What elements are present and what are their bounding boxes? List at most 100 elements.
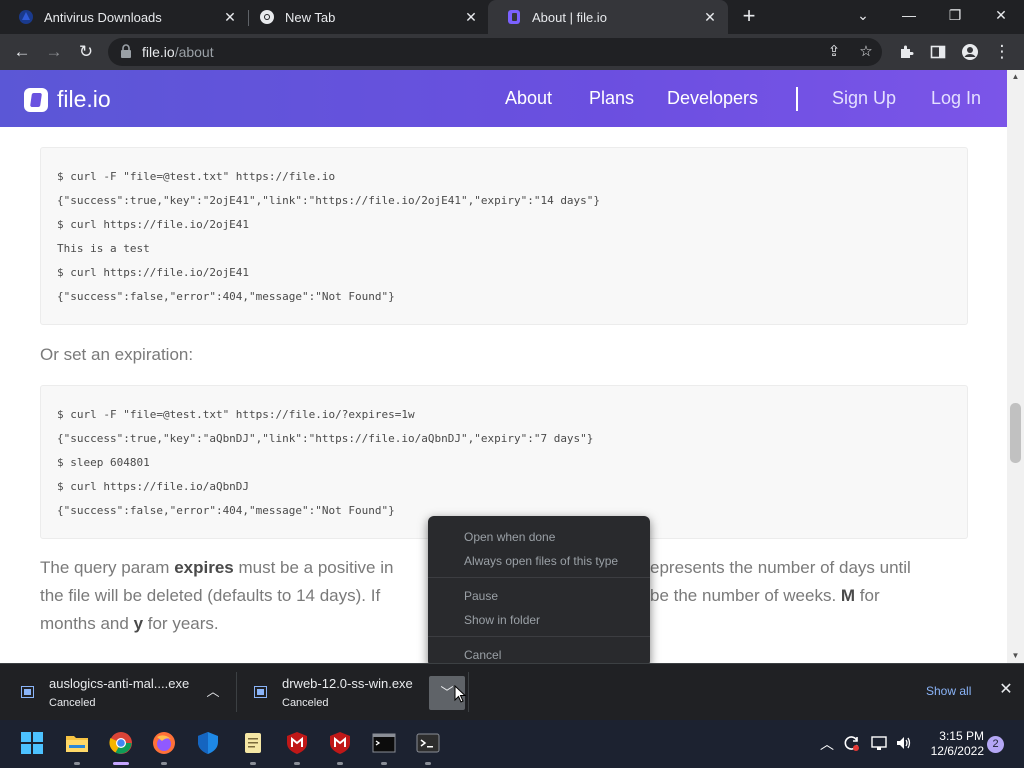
download-item-auslogics[interactable]: auslogics-anti-mal....exe Canceled ︿ [0,664,236,720]
code-line: This is a test [57,242,150,255]
running-indicator [337,762,343,765]
notification-badge[interactable]: 2 [987,736,1004,753]
menu-item-pause[interactable]: Pause [464,589,498,603]
address-bar[interactable]: file.io/about ⇪ ☆ [108,38,882,66]
defender-shield-icon[interactable] [196,731,220,755]
menu-separator [428,577,650,578]
sync-alert-icon[interactable] [843,734,861,755]
reload-icon[interactable]: ↻ [74,40,98,64]
code-line: $ curl -F "file=@test.txt" https://file.… [57,170,336,183]
firefox-icon[interactable] [152,731,176,765]
nav-sign-up[interactable]: Sign Up [832,88,896,109]
windows-taskbar: ︿ 3:15 PM 12/6/2022 2 [0,720,1024,768]
nav-divider [796,87,798,111]
bookmark-star-icon[interactable]: ☆ [856,42,876,62]
volume-icon[interactable] [895,734,913,755]
restore-icon[interactable]: ❐ [932,0,978,30]
tab-antivirus-downloads[interactable]: Antivirus Downloads ✕ [0,0,248,34]
download-divider [468,672,469,712]
lock-icon[interactable] [120,44,134,60]
show-all-link[interactable]: Show all [926,684,971,698]
download-status: Canceled [282,697,329,709]
tab-title: About | file.io [532,9,607,25]
forward-arrow-icon[interactable]: → [42,40,66,64]
scroll-down-arrow-icon[interactable]: ▼ [1007,649,1024,663]
site-header: file.io About Plans Developers Sign Up L… [0,70,1007,127]
windows-start-icon[interactable] [20,731,44,755]
scroll-up-arrow-icon[interactable]: ▲ [1007,70,1024,84]
file-explorer-icon[interactable] [65,731,89,765]
logo-text: file.io [57,86,111,112]
site-logo[interactable]: file.io [24,86,111,113]
expiration-heading: Or set an expiration: [40,345,194,364]
scrollbar-thumb[interactable] [1010,403,1021,463]
profile-avatar-icon[interactable] [958,40,982,64]
tab-about-fileio[interactable]: About | file.io ✕ [488,0,728,34]
page-scrollbar[interactable]: ▲ ▼ [1007,70,1024,663]
notepad-icon[interactable] [241,731,265,765]
network-icon[interactable] [870,734,888,755]
nav-plans[interactable]: Plans [589,88,634,109]
expires-paragraph-line3: months and y for years. [40,614,219,633]
clock-date: 12/6/2022 [930,744,984,758]
tab-search-chevron-icon[interactable]: ⌄ [840,0,886,30]
tab-title: Antivirus Downloads [44,9,162,25]
menu-item-cancel[interactable]: Cancel [464,648,501,662]
tab-close-icon[interactable]: ✕ [463,9,479,25]
tray-overflow-chevron-icon[interactable]: ︿ [818,734,836,754]
avast-favicon-icon [18,9,34,25]
fileio-logo-icon [24,87,48,112]
side-panel-icon[interactable] [926,40,950,64]
download-filename: auslogics-anti-mal....exe [49,676,190,691]
expires-paragraph-line1-right: epresents the number of days until [650,558,911,577]
tab-new-tab[interactable]: New Tab ✕ [241,0,489,34]
browser-toolbar: ← → ↻ file.io/about ⇪ ☆ ⋮ [0,34,1024,70]
share-icon[interactable]: ⇪ [824,42,844,62]
code-line: $ curl -F "file=@test.txt" https://file.… [57,408,415,421]
download-shelf: auslogics-anti-mal....exe Canceled ︿ drw… [0,663,1024,720]
chrome-taskbar-icon[interactable] [109,731,133,765]
code-line: $ curl https://file.io/2ojE41 [57,218,250,231]
clock-time: 3:15 PM [939,729,984,743]
menu-item-open-when-done[interactable]: Open when done [464,530,555,544]
expires-paragraph-line2: the file will be deleted (defaults to 14… [40,586,381,605]
tab-close-icon[interactable]: ✕ [222,9,238,25]
code-block-upload: $ curl -F "file=@test.txt" https://file.… [40,147,968,325]
running-indicator [425,762,431,765]
back-arrow-icon[interactable]: ← [10,40,34,64]
close-window-icon[interactable]: ✕ [978,0,1024,30]
close-shelf-icon[interactable]: ✕ [997,681,1015,699]
extensions-puzzle-icon[interactable] [894,40,918,64]
running-indicator [74,762,80,765]
running-indicator [161,762,167,765]
new-tab-plus-icon[interactable]: + [738,5,760,27]
chevron-up-icon[interactable]: ︿ [203,682,223,702]
chrome-favicon-icon [259,9,275,25]
command-prompt-icon[interactable] [372,731,396,765]
active-indicator [113,762,129,765]
download-context-menu: Open when done Always open files of this… [428,516,650,667]
mcafee-icon-2[interactable] [328,731,352,765]
expires-paragraph-line1: The query param expires must be a positi… [40,558,394,577]
fileio-favicon-icon [506,9,522,25]
code-line: $ curl https://file.io/aQbnDJ [57,480,250,493]
system-clock[interactable]: 3:15 PM 12/6/2022 [922,729,984,759]
menu-item-show-in-folder[interactable]: Show in folder [464,613,540,627]
nav-about[interactable]: About [505,88,552,109]
nav-log-in[interactable]: Log In [931,88,981,109]
exe-file-icon [21,686,34,698]
code-line: {"success":true,"key":"aQbnDJ","link":"h… [57,432,594,445]
tab-strip: Antivirus Downloads ✕ New Tab ✕ About | … [0,0,1024,34]
mcafee-icon[interactable] [285,731,309,765]
tab-close-icon[interactable]: ✕ [702,9,718,25]
minimize-icon[interactable]: — [886,0,932,30]
download-filename: drweb-12.0-ss-win.exe [282,676,413,691]
exe-file-icon [254,686,267,698]
code-line: {"success":false,"error":404,"message":"… [57,290,395,303]
mouse-pointer-icon [454,685,466,703]
code-line: $ sleep 604801 [57,456,150,469]
terminal-icon[interactable] [416,731,440,765]
menu-item-always-open[interactable]: Always open files of this type [464,554,618,568]
nav-developers[interactable]: Developers [667,88,758,109]
menu-kebab-icon[interactable]: ⋮ [990,40,1014,64]
